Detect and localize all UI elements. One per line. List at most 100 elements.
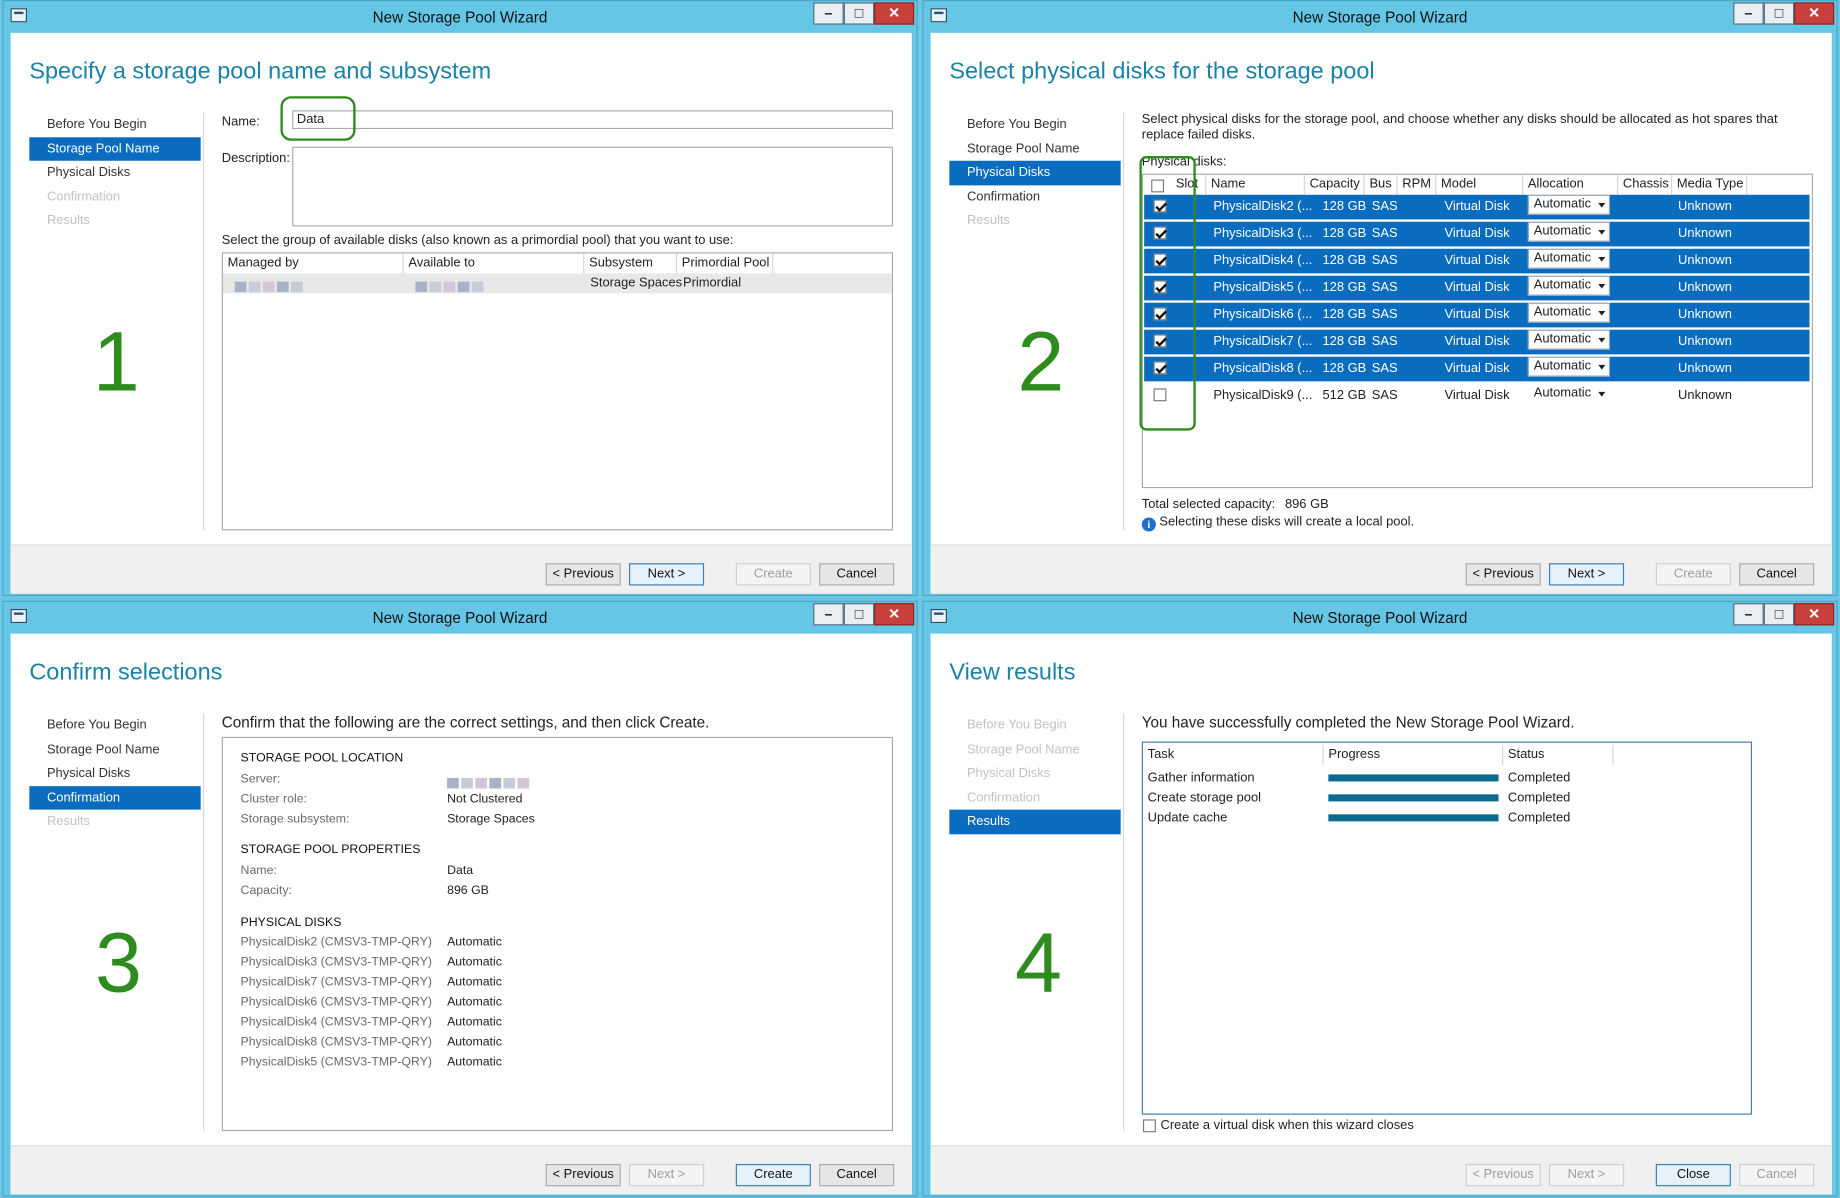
minimize-button[interactable]: – <box>813 603 844 626</box>
column-subsystem[interactable]: Subsystem <box>584 253 678 274</box>
column-primordial-pool[interactable]: Primordial Pool <box>677 253 774 274</box>
allocation-value: Automatic <box>1533 224 1592 239</box>
maximize-button[interactable]: □ <box>843 2 875 25</box>
allocation-dropdown[interactable]: Automatic <box>1527 356 1611 377</box>
maximize-button[interactable]: □ <box>1763 2 1795 25</box>
create-button[interactable]: Create <box>735 1163 811 1187</box>
nav-storage-pool-name[interactable]: Storage Pool Name <box>949 137 1120 161</box>
column-progress[interactable]: Progress <box>1324 745 1504 766</box>
step-number-annotation: 1 <box>92 315 140 410</box>
column-managed-by[interactable]: Managed by <box>223 253 404 274</box>
column-model[interactable]: Model <box>1436 174 1524 195</box>
results-grid: Task Progress Status Gather information … <box>1141 741 1752 1115</box>
maximize-button[interactable]: □ <box>843 603 875 626</box>
nav-before-you-begin[interactable]: Before You Begin <box>949 113 1120 137</box>
wizard-client: View results Before You Begin Storage Po… <box>930 633 1832 1195</box>
disk-model: Virtual Disk <box>1444 388 1510 403</box>
create-virtual-disk-checkbox[interactable] <box>1142 1119 1156 1133</box>
close-window-button[interactable]: ✕ <box>874 2 915 25</box>
allocation-dropdown[interactable]: Automatic <box>1527 329 1611 350</box>
allocation-dropdown[interactable]: Automatic <box>1527 275 1611 296</box>
disk-bus: SAS <box>1371 361 1398 376</box>
close-window-button[interactable]: ✕ <box>1794 603 1835 626</box>
nav-divider <box>203 112 205 531</box>
nav-before-you-begin[interactable]: Before You Begin <box>29 713 200 737</box>
title-bar[interactable]: New Storage Pool Wizard – □ ✕ <box>4 1 917 32</box>
minimize-button[interactable]: – <box>1733 603 1764 626</box>
nav-physical-disks[interactable]: Physical Disks <box>29 762 200 786</box>
disk-model: Virtual Disk <box>1444 361 1510 376</box>
disk-row[interactable]: PhysicalDisk2 (... 128 GB SAS Virtual Di… <box>1144 194 1810 220</box>
allocation-dropdown[interactable]: Automatic <box>1527 302 1611 323</box>
next-button[interactable]: Next > <box>628 563 705 586</box>
column-name[interactable]: Name <box>1206 174 1305 195</box>
step-number-annotation: 4 <box>1015 916 1063 1011</box>
disk-name: PhysicalDisk4 (CMSV3-TMP-QRY) <box>240 1014 433 1030</box>
name-input[interactable]: Data <box>292 110 894 130</box>
cancel-button[interactable]: Cancel <box>819 563 895 586</box>
previous-button[interactable]: < Previous <box>545 1163 621 1187</box>
subsystem-value: Storage Spaces <box>447 811 535 827</box>
column-chassis[interactable]: Chassis <box>1618 174 1673 195</box>
task-name: Gather information <box>1147 770 1255 785</box>
window-title: New Storage Pool Wizard <box>372 608 548 627</box>
previous-button[interactable]: < Previous <box>1465 563 1541 586</box>
column-capacity[interactable]: Capacity <box>1305 174 1365 195</box>
disk-media-type: Unknown <box>1678 361 1732 376</box>
disk-row[interactable]: PhysicalDisk4 (... 128 GB SAS Virtual Di… <box>1144 248 1810 274</box>
column-rpm[interactable]: RPM <box>1398 174 1437 195</box>
disk-name: PhysicalDisk6 (... <box>1213 307 1313 322</box>
close-button[interactable]: Close <box>1655 1163 1731 1187</box>
allocation-dropdown[interactable]: Automatic <box>1527 194 1611 215</box>
disk-row[interactable]: PhysicalDisk9 (... 512 GB SAS Virtual Di… <box>1144 383 1810 409</box>
disk-row[interactable]: PhysicalDisk7 (... 128 GB SAS Virtual Di… <box>1144 329 1810 355</box>
previous-button[interactable]: < Previous <box>545 563 621 586</box>
title-bar[interactable]: New Storage Pool Wizard – □ ✕ <box>924 1 1837 32</box>
title-bar[interactable]: New Storage Pool Wizard – □ ✕ <box>924 602 1837 633</box>
column-task[interactable]: Task <box>1143 745 1324 766</box>
column-status[interactable]: Status <box>1503 745 1614 766</box>
allocation-dropdown[interactable]: Automatic <box>1527 221 1611 242</box>
nav-results[interactable]: Results <box>949 809 1121 834</box>
disk-media-type: Unknown <box>1678 253 1732 268</box>
minimize-button[interactable]: – <box>1733 2 1764 25</box>
subsystem-value: Storage Spaces <box>590 275 683 290</box>
minimize-button[interactable]: – <box>813 2 844 25</box>
task-progress-bar <box>1328 794 1499 802</box>
column-available-to[interactable]: Available to <box>404 253 585 274</box>
allocation-dropdown[interactable]: Automatic <box>1527 248 1611 269</box>
disk-row[interactable]: PhysicalDisk3 (... 128 GB SAS Virtual Di… <box>1144 221 1810 247</box>
disk-row[interactable]: PhysicalDisk6 (... 128 GB SAS Virtual Di… <box>1144 302 1810 328</box>
button-bar: < Previous Next > Create Cancel <box>10 1145 912 1195</box>
nav-confirmation[interactable]: Confirmation <box>29 785 201 810</box>
capacity-label: Capacity: <box>240 883 292 898</box>
description-input[interactable] <box>292 146 894 227</box>
column-allocation[interactable]: Allocation <box>1523 174 1619 195</box>
disk-row[interactable]: PhysicalDisk8 (... 128 GB SAS Virtual Di… <box>1144 356 1810 382</box>
chevron-down-icon <box>1598 364 1606 370</box>
nav-physical-disks[interactable]: Physical Disks <box>949 160 1121 185</box>
nav-storage-pool-name[interactable]: Storage Pool Name <box>29 136 201 161</box>
nav-confirmation[interactable]: Confirmation <box>949 185 1120 209</box>
cancel-button[interactable]: Cancel <box>1739 563 1815 586</box>
cancel-button[interactable]: Cancel <box>819 1163 895 1187</box>
title-bar[interactable]: New Storage Pool Wizard – □ ✕ <box>4 602 917 633</box>
column-media-type[interactable]: Media Type <box>1672 174 1748 195</box>
disk-allocation: Automatic <box>447 1054 502 1069</box>
close-window-button[interactable]: ✕ <box>1794 2 1835 25</box>
pool-name-label: Name: <box>240 863 277 878</box>
close-window-button[interactable]: ✕ <box>874 603 915 626</box>
allocation-value: Automatic <box>1533 305 1592 320</box>
table-row[interactable]: Storage Spaces Primordial <box>222 273 892 294</box>
column-bus[interactable]: Bus <box>1365 174 1398 195</box>
nav-physical-disks[interactable]: Physical Disks <box>29 161 200 185</box>
nav-storage-pool-name[interactable]: Storage Pool Name <box>29 737 200 761</box>
maximize-button[interactable]: □ <box>1763 603 1795 626</box>
disk-name: PhysicalDisk9 (... <box>1213 388 1313 403</box>
nav-before-you-begin[interactable]: Before You Begin <box>29 113 200 137</box>
allocation-dropdown[interactable]: Automatic <box>1528 384 1610 404</box>
next-button[interactable]: Next > <box>1548 563 1625 586</box>
cluster-role-value: Not Clustered <box>447 792 523 807</box>
info-icon: i <box>1141 517 1156 532</box>
disk-row[interactable]: PhysicalDisk5 (... 128 GB SAS Virtual Di… <box>1144 275 1810 301</box>
